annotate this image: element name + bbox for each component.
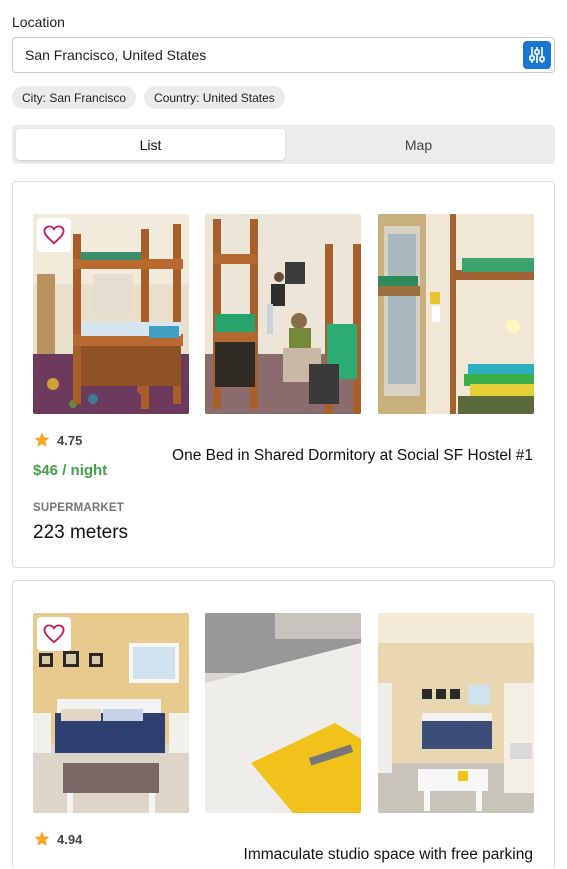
view-tabs: List Map (12, 125, 555, 164)
listing-title[interactable]: One Bed in Shared Dormitory at Social SF… (172, 447, 533, 465)
rating-value: 4.94 (57, 831, 83, 847)
tab-map[interactable]: Map (284, 129, 553, 160)
location-label: Location (12, 14, 65, 30)
listing-card[interactable]: 4.94 Immaculate studio space with free p… (12, 580, 555, 869)
listing-photo[interactable] (378, 613, 534, 813)
chip-country[interactable]: Country: United States (144, 86, 285, 109)
listing-card[interactable]: 4.75 $46 / night One Bed in Shared Dormi… (12, 181, 555, 568)
listing-photo[interactable] (378, 214, 534, 414)
favorite-button[interactable] (37, 617, 71, 651)
poi-label: SUPERMARKET (33, 502, 125, 514)
heart-outline-icon (43, 624, 65, 644)
poi-distance: 223 meters (33, 522, 129, 543)
star-icon (34, 831, 50, 846)
star-icon (34, 432, 50, 447)
filter-chips: City: San Francisco Country: United Stat… (12, 86, 285, 109)
rating: 4.75 (33, 431, 82, 449)
filter-button[interactable] (523, 41, 551, 69)
chip-city[interactable]: City: San Francisco (12, 86, 137, 109)
rating-value: 4.75 (57, 432, 83, 448)
rating: 4.94 (33, 830, 82, 848)
listing-photo[interactable] (205, 613, 361, 813)
tab-list[interactable]: List (16, 129, 285, 160)
location-search-field[interactable] (12, 37, 555, 73)
favorite-button[interactable] (37, 218, 71, 252)
heart-outline-icon (43, 225, 65, 245)
price: $46 / night (33, 462, 108, 479)
listing-title[interactable]: Immaculate studio space with free parkin… (244, 846, 533, 864)
listing-photo[interactable] (205, 214, 361, 414)
sliders-icon (529, 47, 545, 63)
location-input[interactable] (25, 38, 515, 72)
